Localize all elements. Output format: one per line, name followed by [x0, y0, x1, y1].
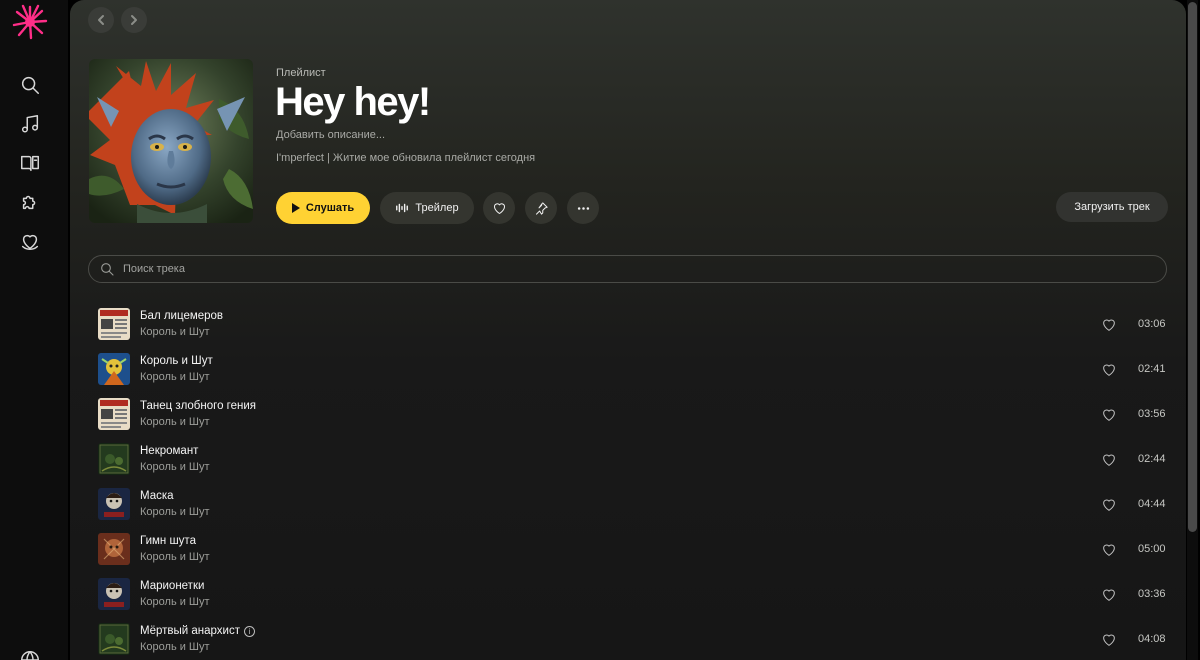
puzzle-icon — [22, 195, 36, 210]
track-artist[interactable]: Король и Шут — [140, 641, 210, 653]
sidebar-item-collection[interactable] — [16, 227, 44, 255]
track-title[interactable]: Гимн шута — [140, 535, 196, 547]
track-row[interactable]: Король и Шут Король и Шут 02:41 — [88, 346, 1170, 391]
sidebar-item-globe[interactable] — [16, 646, 44, 660]
like-playlist-button[interactable] — [483, 192, 515, 224]
like-track-button[interactable] — [1101, 362, 1117, 378]
track-title[interactable]: Мёртвый анархист i — [140, 625, 255, 637]
track-duration: 04:44 — [1138, 498, 1166, 510]
track-row[interactable]: Бал лицемеров Король и Шут 03:06 — [88, 301, 1170, 346]
search-icon — [21, 76, 39, 94]
like-track-button[interactable] — [1101, 317, 1117, 333]
pin-button[interactable] — [525, 192, 557, 224]
track-duration: 05:00 — [1138, 543, 1166, 555]
heart-icon — [1103, 589, 1115, 601]
left-sidebar — [0, 0, 68, 660]
track-title[interactable]: Король и Шут — [140, 355, 213, 367]
heart-icon — [1103, 364, 1115, 376]
trailer-button-label: Трейлер — [415, 202, 459, 214]
track-artist[interactable]: Король и Шут — [140, 461, 210, 473]
search-input[interactable] — [123, 263, 1023, 275]
main-panel: Плейлист Hey hey! Добавить описание... I… — [70, 0, 1186, 660]
track-row[interactable]: Маска Король и Шут 04:44 — [88, 481, 1170, 526]
track-row[interactable]: Марионетки Король и Шут 03:36 — [88, 571, 1170, 616]
trailer-button[interactable]: Трейлер — [380, 192, 474, 224]
heart-icon — [1103, 544, 1115, 556]
heart-icon — [1103, 499, 1115, 511]
chevron-right-icon — [131, 15, 137, 25]
waveform-icon — [396, 203, 409, 213]
like-track-button[interactable] — [1101, 542, 1117, 558]
track-duration: 03:36 — [1138, 588, 1166, 600]
track-duration: 02:44 — [1138, 453, 1166, 465]
heart-icon — [1103, 409, 1115, 421]
heart-icon — [1103, 634, 1115, 646]
heart-icon — [493, 202, 505, 214]
play-button-label: Слушать — [305, 202, 355, 214]
pin-icon — [535, 201, 548, 215]
track-cover[interactable] — [98, 443, 130, 475]
track-row[interactable]: Некромант Король и Шут 02:44 — [88, 436, 1170, 481]
more-button[interactable] — [567, 192, 599, 224]
sidebar-item-search[interactable] — [16, 71, 44, 99]
track-list: Бал лицемеров Король и Шут 03:06 Король и Ш… — [88, 301, 1170, 660]
track-row[interactable]: Танец злобного гения Король и Шут 03:56 — [88, 391, 1170, 436]
track-artist[interactable]: Король и Шут — [140, 506, 210, 518]
track-cover[interactable] — [98, 488, 130, 520]
play-button[interactable]: Слушать — [276, 192, 370, 224]
globe-icon — [21, 651, 39, 660]
playlist-cover[interactable] — [89, 59, 253, 223]
chevron-left-icon — [98, 15, 104, 25]
track-cover[interactable] — [98, 398, 130, 430]
track-artist[interactable]: Король и Шут — [140, 551, 210, 563]
track-duration: 03:06 — [1138, 318, 1166, 330]
like-track-button[interactable] — [1101, 587, 1117, 603]
playlist-meta: I'mperfect | Житие мое обновила плейлист… — [276, 152, 536, 164]
forward-button[interactable] — [121, 7, 147, 33]
track-duration: 03:56 — [1138, 408, 1166, 420]
track-title[interactable]: Некромант — [140, 445, 198, 457]
track-artist[interactable]: Король и Шут — [140, 326, 210, 338]
search-icon — [101, 263, 114, 276]
track-title[interactable]: Марионетки — [140, 580, 204, 592]
track-title[interactable]: Бал лицемеров — [140, 310, 223, 322]
like-track-button[interactable] — [1101, 632, 1117, 648]
sidebar-item-puzzle[interactable] — [16, 188, 44, 216]
track-search[interactable] — [88, 255, 1167, 283]
library-book-icon — [21, 155, 39, 172]
track-artist[interactable]: Король и Шут — [140, 416, 210, 428]
track-duration: 04:08 — [1138, 633, 1166, 645]
music-note-icon — [21, 115, 39, 133]
heart-icon — [1103, 454, 1115, 466]
like-track-button[interactable] — [1101, 407, 1117, 423]
scrollbar-thumb[interactable] — [1188, 2, 1197, 532]
track-artist[interactable]: Король и Шут — [140, 596, 210, 608]
sidebar-item-library[interactable] — [16, 149, 44, 177]
add-description-link[interactable]: Добавить описание... — [276, 129, 385, 141]
track-duration: 02:41 — [1138, 363, 1166, 375]
playlist-type-label: Плейлист — [276, 67, 326, 79]
more-horizontal-icon — [577, 206, 589, 210]
track-cover[interactable] — [98, 533, 130, 565]
play-icon — [291, 203, 300, 213]
like-track-button[interactable] — [1101, 452, 1117, 468]
heart-collection-icon — [21, 234, 39, 250]
like-track-button[interactable] — [1101, 497, 1117, 513]
upload-track-button[interactable]: Загрузить трек — [1056, 192, 1168, 222]
logo-icon[interactable] — [12, 4, 48, 40]
back-button[interactable] — [88, 7, 114, 33]
info-icon[interactable]: i — [243, 626, 255, 637]
page-title[interactable]: Hey hey! — [275, 80, 431, 124]
track-cover[interactable] — [98, 308, 130, 340]
track-artist[interactable]: Король и Шут — [140, 371, 210, 383]
track-row[interactable]: Гимн шута Король и Шут 05:00 — [88, 526, 1170, 571]
track-row[interactable]: Мёртвый анархист i Король и Шут 04:08 — [88, 616, 1170, 660]
track-cover[interactable] — [98, 353, 130, 385]
sidebar-item-music[interactable] — [16, 110, 44, 138]
track-cover[interactable] — [98, 578, 130, 610]
heart-icon — [1103, 319, 1115, 331]
track-cover[interactable] — [98, 623, 130, 655]
track-title[interactable]: Танец злобного гения — [140, 400, 256, 412]
track-title[interactable]: Маска — [140, 490, 174, 502]
